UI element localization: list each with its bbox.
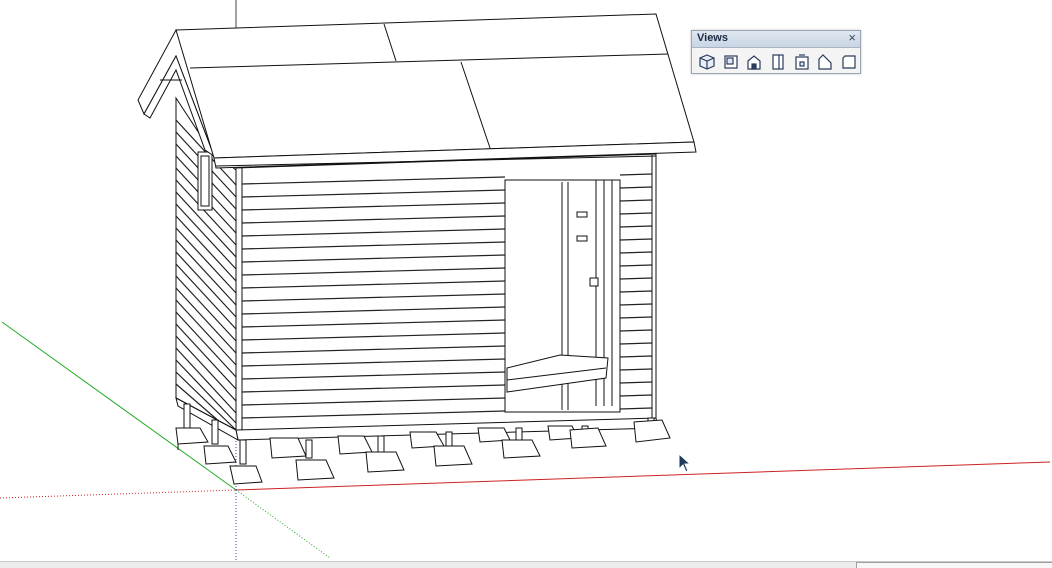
modeling-viewport[interactable] (0, 0, 1052, 567)
back-view-icon (795, 54, 809, 70)
back-view-button[interactable] (791, 51, 813, 73)
right-view-button[interactable] (767, 51, 789, 73)
shed-model[interactable] (137, 13, 697, 485)
views-toolbar[interactable]: Views × (691, 30, 861, 74)
arrow-cursor-icon (678, 453, 692, 473)
views-title: Views (697, 32, 728, 44)
top-view-icon (723, 55, 738, 69)
right-view-icon (772, 54, 784, 70)
measurements-box[interactable] (856, 562, 1052, 568)
left-view-icon (818, 54, 833, 70)
red-axis-negative (0, 489, 237, 499)
iso-view-button[interactable] (696, 51, 718, 73)
bottom-view-icon (842, 55, 856, 69)
red-axis (235, 461, 1051, 491)
close-icon[interactable]: × (848, 30, 856, 46)
front-view-button[interactable] (743, 51, 765, 73)
roof (175, 13, 695, 159)
green-axis-negative (235, 489, 331, 559)
left-view-button[interactable] (815, 51, 837, 73)
bottom-view-button[interactable] (838, 51, 860, 73)
views-titlebar[interactable]: Views × (692, 30, 860, 48)
side-window (197, 151, 213, 211)
top-view-button[interactable] (720, 51, 742, 73)
front-view-icon (747, 55, 761, 70)
iso-view-icon (699, 54, 715, 70)
views-buttons (692, 48, 860, 73)
